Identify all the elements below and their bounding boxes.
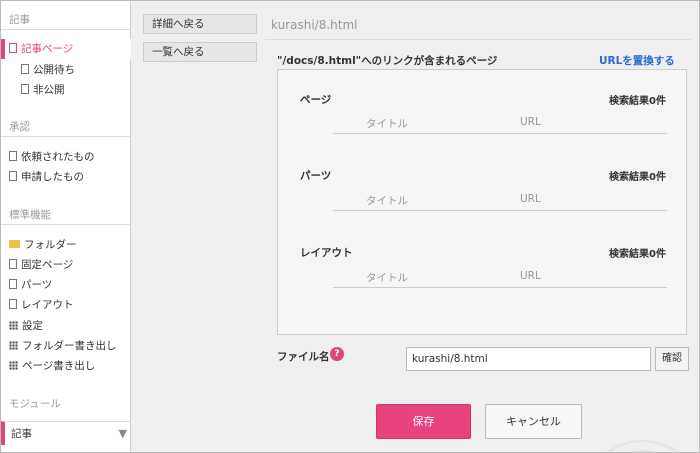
filename-label: ファイル名 <box>277 351 330 363</box>
back-to-list-button[interactable]: 一覧へ戻る <box>143 42 257 62</box>
filename-input[interactable] <box>406 347 651 371</box>
sidebar-item-label: フォルダー <box>24 239 77 251</box>
section-header-approval: 承認 <box>1 117 131 137</box>
sidebar-item-label: パーツ <box>21 279 53 291</box>
divider <box>333 287 667 288</box>
divider <box>333 133 667 134</box>
column-header-url: URL <box>520 270 541 282</box>
sidebar-item-label: 設定 <box>22 320 43 332</box>
page-path: kurashi/8.html <box>271 18 358 32</box>
sidebar-item-label: ページ書き出し <box>22 360 96 372</box>
sidebar-item-label: フォルダー書き出し <box>22 340 117 352</box>
document-icon <box>21 84 29 94</box>
sidebar-item-label: レイアウト <box>21 299 74 311</box>
document-icon <box>9 43 17 53</box>
column-header-title: タイトル <box>366 118 408 130</box>
group-label-page: ページ <box>300 94 332 106</box>
triangle-down-icon: ▼ <box>118 427 127 440</box>
document-icon <box>9 171 17 181</box>
group-count-parts: 検索結果0件 <box>609 172 666 183</box>
document-icon <box>9 279 17 289</box>
divider <box>333 210 667 211</box>
sidebar-item-label: 固定ページ <box>21 259 74 271</box>
sidebar-item-private[interactable]: 非公開 <box>1 80 131 100</box>
document-icon <box>21 64 29 74</box>
sidebar-item-settings[interactable]: 設定 <box>1 316 131 336</box>
grid-icon <box>9 361 18 370</box>
sidebar-item-layout[interactable]: レイアウト <box>1 295 131 315</box>
decorative-arc <box>606 440 680 452</box>
document-icon <box>9 259 17 269</box>
sidebar: 記事 記事ページ 公開待ち 非公開 承認 依頼されたもの 申請したもの 標準機能… <box>1 1 131 452</box>
group-label-parts: パーツ <box>300 170 332 182</box>
document-icon <box>9 299 17 309</box>
grid-icon <box>9 341 18 350</box>
back-to-detail-button[interactable]: 詳細へ戻る <box>143 14 257 34</box>
document-icon <box>9 151 17 161</box>
folder-icon <box>9 240 20 248</box>
app-frame: 記事 記事ページ 公開待ち 非公開 承認 依頼されたもの 申請したもの 標準機能… <box>0 0 700 453</box>
sidebar-item-folder-export[interactable]: フォルダー書き出し <box>1 336 131 356</box>
group-count-layout: 検索結果0件 <box>609 249 666 260</box>
section-header-articles: 記事 <box>1 10 131 30</box>
sidebar-item-label: 記事ページ <box>21 43 74 55</box>
group-label-layout: レイアウト <box>300 247 353 259</box>
sidebar-item-pending[interactable]: 公開待ち <box>1 60 131 80</box>
grid-icon <box>9 321 18 330</box>
sidebar-item-folder[interactable]: フォルダー <box>1 235 131 255</box>
column-header-title: タイトル <box>366 272 408 284</box>
section-header-standard: 標準機能 <box>1 205 131 225</box>
column-header-url: URL <box>520 193 541 205</box>
divider <box>265 39 691 40</box>
sidebar-item-label: 公開待ち <box>33 64 75 76</box>
section-header-module: モジュール <box>9 398 61 410</box>
cancel-button[interactable]: キャンセル <box>485 404 582 439</box>
sidebar-item-parts[interactable]: パーツ <box>1 275 131 295</box>
link-section-title: "/docs/8.html"へのリンクが含まれるページ <box>277 55 498 67</box>
sidebar-item-label: 申請したもの <box>21 171 84 183</box>
sidebar-item-applied[interactable]: 申請したもの <box>1 167 131 187</box>
link-results-panel: ページ 検索結果0件 タイトル URL パーツ 検索結果0件 タイトル URL … <box>277 69 687 335</box>
sidebar-item-label: 依頼されたもの <box>21 151 95 163</box>
column-header-title: タイトル <box>366 195 408 207</box>
sidebar-item-article-pages[interactable]: 記事ページ <box>1 39 131 59</box>
confirm-button[interactable]: 確認 <box>655 347 689 371</box>
sidebar-item-requested[interactable]: 依頼されたもの <box>1 147 131 167</box>
sidebar-item-page-export[interactable]: ページ書き出し <box>1 356 131 376</box>
save-button[interactable]: 保存 <box>376 404 471 439</box>
module-select-value: 記事 <box>11 428 32 440</box>
help-icon[interactable]: ? <box>330 347 344 361</box>
group-count-page: 検索結果0件 <box>609 96 666 107</box>
sidebar-item-label: 非公開 <box>33 84 65 96</box>
sidebar-item-fixed-page[interactable]: 固定ページ <box>1 255 131 275</box>
replace-url-link[interactable]: URLを置換する <box>599 53 675 68</box>
module-select[interactable]: 記事 ▼ <box>1 421 131 445</box>
column-header-url: URL <box>520 116 541 128</box>
